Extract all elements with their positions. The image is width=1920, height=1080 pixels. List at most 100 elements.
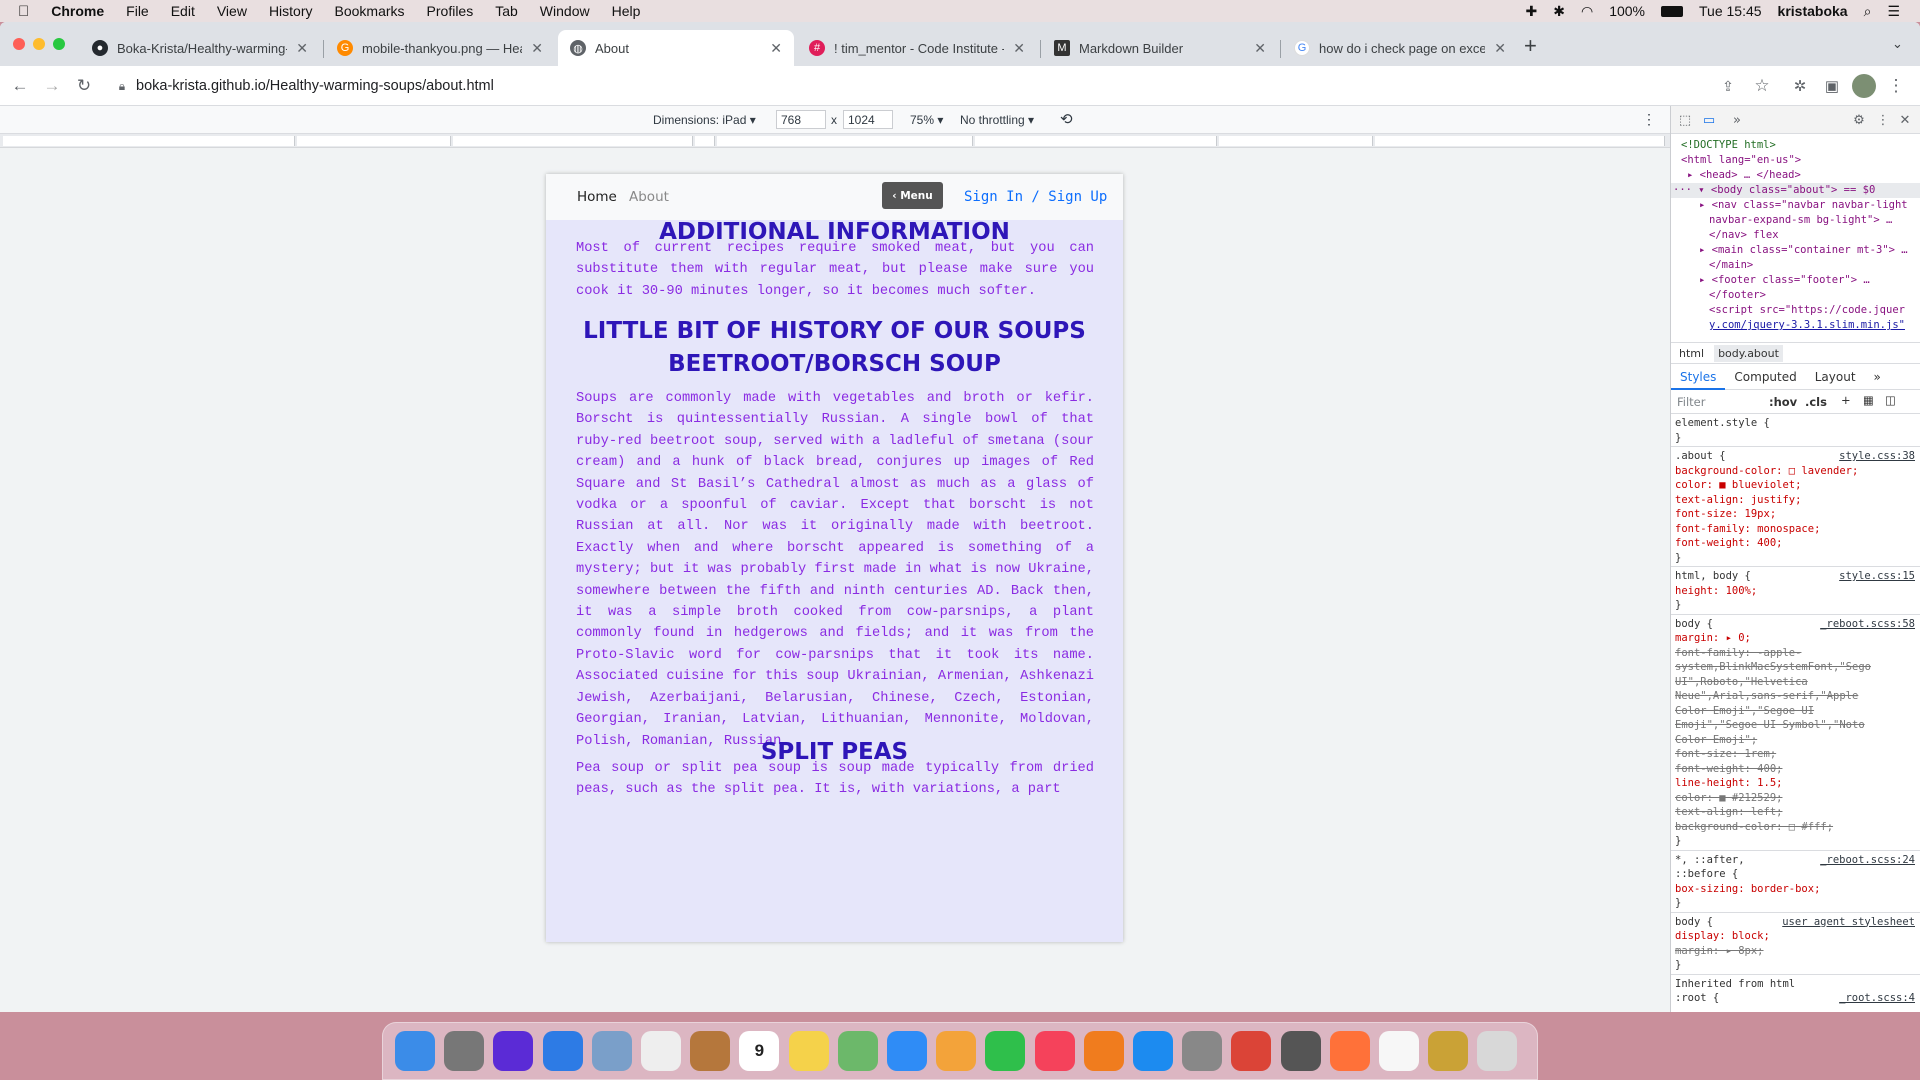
new-tab-button[interactable]: +	[1524, 33, 1537, 59]
dom-node[interactable]: <script src="https://code.jquer	[1671, 303, 1920, 318]
css-rule-line[interactable]: *, ::after, _reboot.scss:24	[1675, 853, 1919, 867]
media-query-segment[interactable]	[3, 136, 295, 146]
css-source-link[interactable]: user agent stylesheet	[1782, 915, 1915, 929]
chrome-icon[interactable]	[1231, 1031, 1272, 1071]
css-rule-line[interactable]: }	[1675, 834, 1919, 848]
close-tab-icon[interactable]: ✕	[1254, 40, 1266, 57]
close-tab-icon[interactable]: ✕	[531, 40, 543, 57]
tab-styles[interactable]: Styles	[1671, 364, 1726, 390]
plus-circle-icon[interactable]: ✚	[1526, 3, 1538, 20]
css-rule-line[interactable]: text-align: justify;	[1675, 493, 1919, 507]
preview-icon[interactable]	[591, 1031, 632, 1071]
xcode-icon[interactable]	[1280, 1031, 1321, 1071]
css-rule-line[interactable]: Neue",Arial,sans-serif,"Apple	[1675, 689, 1919, 703]
styles-filter-input[interactable]: Filter	[1677, 395, 1705, 409]
media-query-segment[interactable]	[453, 136, 693, 146]
cls-toggle[interactable]: .cls	[1805, 395, 1827, 409]
siri-icon[interactable]	[493, 1031, 534, 1071]
minimized-window-icon[interactable]	[1379, 1031, 1419, 1071]
reload-icon[interactable]: ↻	[72, 74, 96, 98]
devtools-close-icon[interactable]: ✕	[1897, 112, 1913, 128]
side-panel-icon[interactable]: ▣	[1820, 74, 1844, 98]
share-icon[interactable]: ⇪	[1716, 74, 1740, 98]
css-rule-line[interactable]: font-family: monospace;	[1675, 522, 1919, 536]
menu-history[interactable]: History	[269, 3, 313, 19]
css-rule-line[interactable]: body {user agent stylesheet	[1675, 915, 1919, 929]
dom-node[interactable]: </nav> flex	[1671, 228, 1920, 243]
css-rule-line[interactable]: margin: ▸ 0;	[1675, 631, 1919, 645]
css-rule-line[interactable]: color: ■ blueviolet;	[1675, 478, 1919, 492]
maps-icon[interactable]	[837, 1031, 878, 1071]
dom-node[interactable]: </footer>	[1671, 288, 1920, 303]
dom-node[interactable]: ▸ <head> … </head>	[1671, 168, 1920, 183]
dom-node[interactable]: ▸ <footer class="footer"> …	[1671, 273, 1920, 288]
notes-icon[interactable]	[788, 1031, 829, 1071]
css-rule-line[interactable]: background-color: □ lavender;	[1675, 464, 1919, 478]
reminders-icon[interactable]	[641, 1031, 681, 1071]
calendar-icon[interactable]: 9	[739, 1031, 780, 1071]
media-query-segment[interactable]	[297, 136, 451, 146]
css-rule-line[interactable]: }	[1675, 958, 1919, 972]
menubar-user[interactable]: kristaboka	[1778, 3, 1848, 19]
app-store-icon[interactable]	[1133, 1031, 1173, 1071]
dom-node[interactable]: <!DOCTYPE html>	[1671, 138, 1920, 153]
menu-tab[interactable]: Tab	[495, 3, 518, 19]
css-rule-line[interactable]: background-color: □ #fff;	[1675, 820, 1919, 834]
css-rule-line[interactable]: text-align: left;	[1675, 805, 1919, 819]
css-rule-line[interactable]: line-height: 1.5;	[1675, 776, 1919, 790]
media-query-segment[interactable]	[695, 136, 715, 146]
device-width-input[interactable]: 768	[776, 110, 826, 129]
device-height-input[interactable]: 1024	[843, 110, 893, 129]
dom-node[interactable]: <html lang="en-us">	[1671, 153, 1920, 168]
music-icon[interactable]	[1034, 1031, 1075, 1071]
menu-window[interactable]: Window	[540, 3, 590, 19]
css-rule-line[interactable]: system,BlinkMacSystemFont,"Sego	[1675, 660, 1919, 674]
css-rule-line[interactable]: }	[1675, 551, 1919, 565]
dom-node[interactable]: ▸ <main class="container mt-3"> …	[1671, 243, 1920, 258]
menu-profiles[interactable]: Profiles	[427, 3, 474, 19]
firefox-icon[interactable]	[1329, 1031, 1370, 1071]
close-window-button[interactable]	[13, 38, 25, 50]
menubar-clock[interactable]: Tue 15:45	[1699, 3, 1762, 19]
close-tab-icon[interactable]: ✕	[1494, 40, 1506, 57]
close-tab-icon[interactable]: ✕	[1013, 40, 1025, 57]
settings-icon[interactable]	[1182, 1031, 1223, 1071]
device-toolbar-more-icon[interactable]: ⋮	[1642, 111, 1656, 128]
minimized-window-icon[interactable]	[1428, 1031, 1469, 1071]
rotate-icon[interactable]: ⟲	[1060, 110, 1073, 128]
css-source-link[interactable]: _root.scss:4	[1839, 991, 1915, 1005]
nav-link-home[interactable]: Home	[577, 189, 617, 205]
media-query-segment[interactable]	[717, 136, 973, 146]
css-rule-line[interactable]: }	[1675, 598, 1919, 612]
tab-computed[interactable]: Computed	[1725, 364, 1805, 390]
launchpad-icon[interactable]	[444, 1031, 485, 1071]
profile-avatar[interactable]	[1852, 74, 1876, 98]
new-rule-plus-icon[interactable]: +	[1841, 393, 1851, 407]
zoom-select[interactable]: 75% ▾	[910, 113, 943, 127]
safari-icon[interactable]	[542, 1031, 583, 1071]
more-tabs-icon[interactable]: »	[1865, 364, 1890, 390]
address-bar[interactable]: 🔒︎ boka-krista.github.io/Healthy-warming…	[108, 70, 1708, 102]
media-query-segment[interactable]	[1375, 136, 1665, 146]
control-center-icon[interactable]: ☰	[1887, 3, 1900, 20]
menu-help[interactable]: Help	[612, 3, 641, 19]
sidebar-toggle-icon[interactable]: ◫	[1885, 393, 1896, 407]
media-query-ruler[interactable]	[0, 134, 1670, 148]
css-rule-line[interactable]: font-family: -apple-	[1675, 646, 1919, 660]
close-tab-icon[interactable]: ✕	[770, 40, 782, 57]
css-rule-line[interactable]: color: ■ #212529;	[1675, 791, 1919, 805]
photos-icon[interactable]	[936, 1031, 977, 1071]
close-tab-icon[interactable]: ✕	[296, 40, 308, 57]
css-rule-line[interactable]: }	[1675, 896, 1919, 910]
devtools-more-icon[interactable]: ⋮	[1875, 112, 1891, 128]
tab-gitpod[interactable]: G mobile-thankyou.png — Healt ✕	[325, 30, 555, 66]
css-rule-line[interactable]: Emoji","Segoe UI Symbol","Noto	[1675, 718, 1919, 732]
facetime-icon[interactable]	[985, 1031, 1026, 1071]
address-bar-url[interactable]: boka-krista.github.io/Healthy-warming-so…	[136, 78, 494, 94]
breadcrumb-html[interactable]: html	[1679, 347, 1704, 360]
dom-node[interactable]: y.com/jquery-3.3.1.slim.min.js"	[1671, 318, 1920, 333]
css-source-link[interactable]: _reboot.scss:24	[1820, 853, 1915, 867]
nav-link-about[interactable]: About	[629, 189, 669, 205]
more-panels-icon[interactable]: »	[1729, 112, 1745, 128]
css-rule-line[interactable]: Inherited from html	[1675, 977, 1919, 991]
